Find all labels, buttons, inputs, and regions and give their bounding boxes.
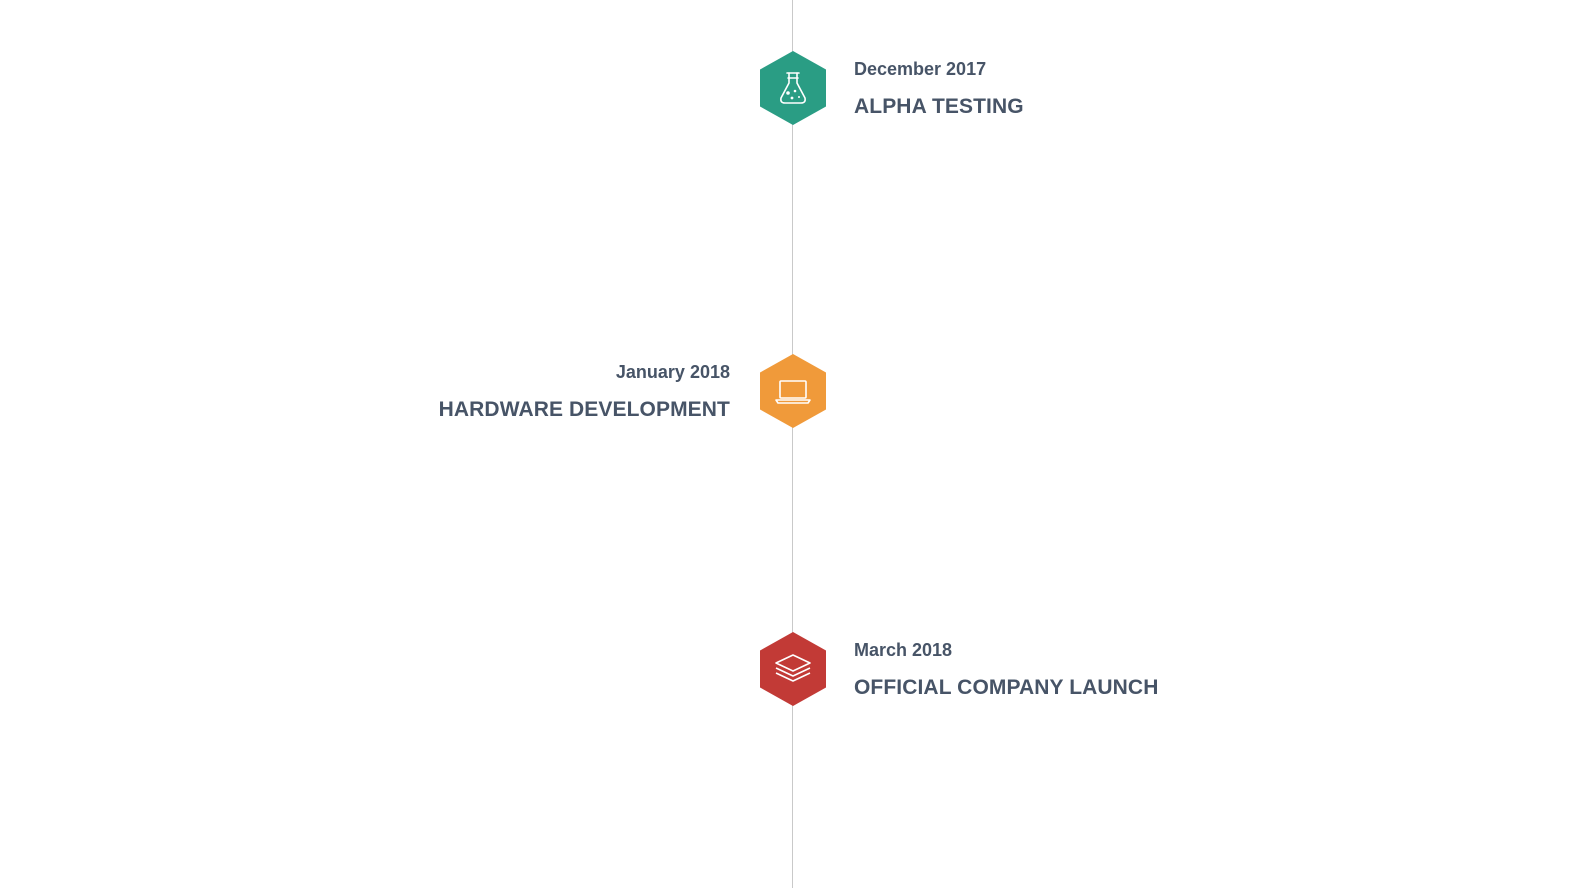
timeline-node-hardware-development bbox=[760, 354, 826, 428]
event-hardware-development: January 2018 HARDWARE DEVELOPMENT bbox=[439, 361, 730, 423]
event-date: December 2017 bbox=[854, 59, 987, 79]
event-title: ALPHA TESTING bbox=[854, 95, 1024, 118]
event-alpha-testing: December 2017 ALPHA TESTING bbox=[854, 58, 1024, 120]
event-title: HARDWARE DEVELOPMENT bbox=[438, 398, 730, 421]
event-date: January 2018 bbox=[615, 362, 730, 382]
event-date: March 2018 bbox=[854, 640, 953, 660]
event-official-company-launch: March 2018 OFFICIAL COMPANY LAUNCH bbox=[854, 639, 1158, 701]
laptop-icon bbox=[775, 380, 811, 404]
event-title: OFFICIAL COMPANY LAUNCH bbox=[854, 676, 1159, 699]
layers-icon bbox=[775, 654, 811, 682]
timeline-node-alpha-testing bbox=[760, 51, 826, 125]
flask-icon bbox=[780, 72, 806, 104]
timeline-axis bbox=[792, 0, 793, 888]
timeline-node-company-launch bbox=[760, 632, 826, 706]
